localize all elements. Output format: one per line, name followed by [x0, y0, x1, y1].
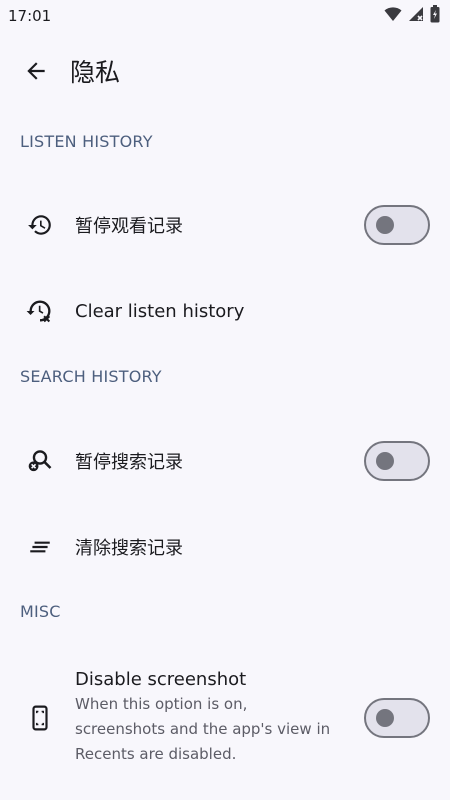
phone-screenshot-icon — [20, 698, 60, 738]
section-header-listen-history: LISTEN HISTORY — [20, 132, 153, 151]
clear-history-icon — [20, 291, 60, 331]
pause-listen-history-row[interactable]: 暂停观看记录 — [0, 182, 450, 268]
status-time: 17:01 — [8, 7, 52, 25]
switch-knob — [376, 216, 394, 234]
clear-listen-history-row[interactable]: Clear listen history — [0, 268, 450, 354]
disable-screenshot-row[interactable]: Disable screenshot When this option is o… — [0, 658, 450, 778]
disable-screenshot-switch[interactable] — [364, 698, 430, 738]
status-bar: 17:01 — [0, 0, 450, 32]
signal-icon — [408, 6, 424, 26]
search-off-icon — [20, 441, 60, 481]
clear-search-history-label: 清除搜索记录 — [75, 538, 183, 559]
clear-search-history-row[interactable]: 清除搜索记录 — [0, 504, 450, 590]
back-button[interactable] — [12, 47, 60, 95]
disable-screenshot-title: Disable screenshot — [75, 669, 247, 690]
page-title: 隐私 — [70, 58, 121, 87]
history-icon — [20, 205, 60, 245]
app-bar: 隐私 — [0, 40, 450, 102]
switch-knob — [376, 452, 394, 470]
clear-search-history-text: 清除搜索记录 — [75, 534, 450, 560]
battery-icon — [430, 5, 440, 27]
status-icons — [384, 5, 440, 27]
clear-all-icon — [20, 527, 60, 567]
clear-listen-history-label: Clear listen history — [75, 300, 245, 322]
clear-listen-history-text: Clear listen history — [75, 301, 450, 322]
pause-listen-history-switch[interactable] — [364, 205, 430, 245]
pause-search-history-row[interactable]: 暂停搜索记录 — [0, 418, 450, 504]
section-header-misc: MISC — [20, 602, 61, 621]
switch-knob — [376, 709, 394, 727]
arrow-back-icon — [27, 62, 45, 80]
section-header-search-history: SEARCH HISTORY — [20, 367, 162, 386]
description-line-3: Recents are disabled. — [75, 745, 237, 763]
wifi-icon — [384, 6, 402, 26]
pause-search-history-switch[interactable] — [364, 441, 430, 481]
